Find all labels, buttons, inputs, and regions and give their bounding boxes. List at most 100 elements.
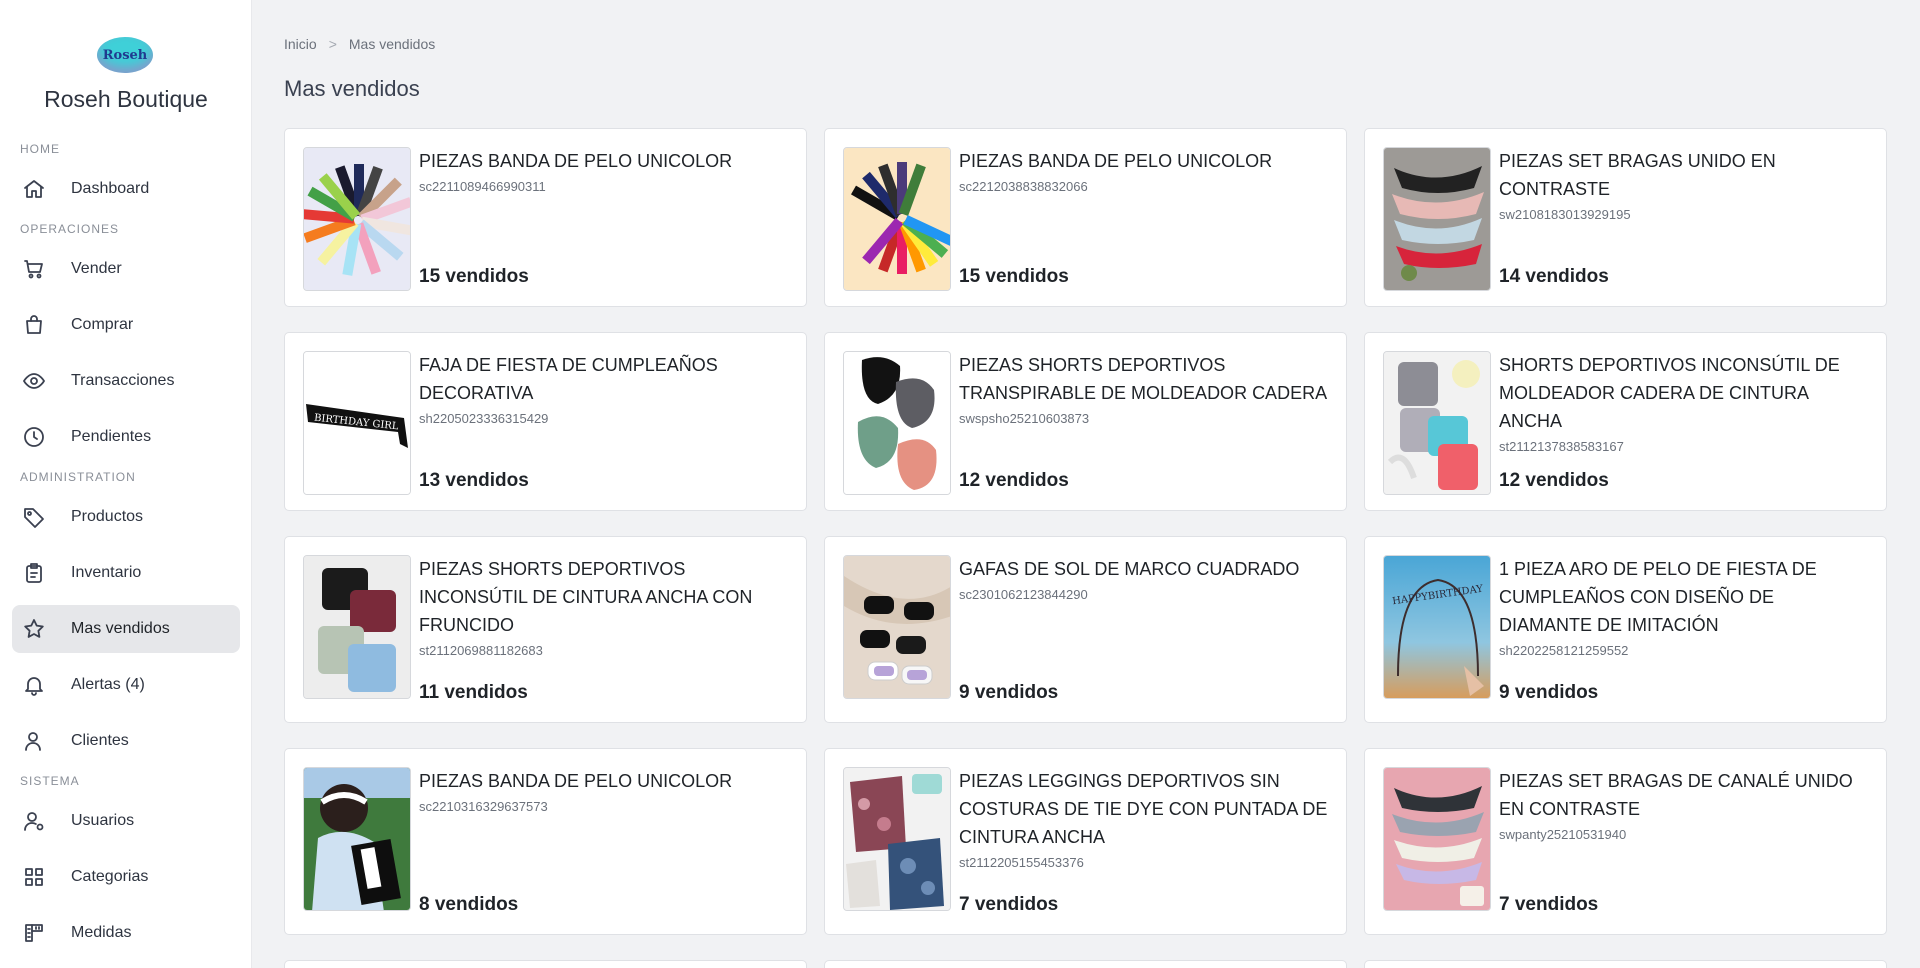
tag-icon <box>24 508 44 528</box>
sold-count: 8 vendidos <box>419 894 519 915</box>
shopping-bag-icon <box>26 315 42 334</box>
sidebar-item-label: Categorias <box>71 868 149 885</box>
sidebar-item-alertas[interactable]: Alertas (4) <box>12 661 240 709</box>
product-sku: sh2202258121259552 <box>1499 643 1629 658</box>
product-name: PIEZAS LEGGINGS DEPORTIVOS SIN COSTURAS … <box>959 767 1328 873</box>
product-name: 1 PIEZA ARO DE PELO DE FIESTA DE CUMPLEA… <box>1499 555 1868 661</box>
product-card[interactable]: GAFAS DE SOL DE MARCO CUADRADO sc2301062… <box>824 536 1347 723</box>
sidebar-item-clientes[interactable]: Clientes <box>12 717 240 765</box>
product-sku: st2112205155453376 <box>959 855 1084 870</box>
sidebar-item-label: Mas vendidos <box>71 620 170 637</box>
sidebar-item-comprar[interactable]: Comprar <box>12 301 240 349</box>
product-name: GAFAS DE SOL DE MARCO CUADRADO sc2301062… <box>959 555 1328 605</box>
sold-count: 12 vendidos <box>1499 470 1609 491</box>
sidebar-item-mas-vendidos[interactable]: Mas vendidos <box>12 605 240 653</box>
clipboard-icon <box>26 563 42 583</box>
sidebar-item-label: Productos <box>71 508 144 525</box>
product-name: PIEZAS BANDA DE PELO UNICOLOR sc22110894… <box>419 147 788 197</box>
sidebar-item-dashboard[interactable]: Dashboard <box>12 165 240 213</box>
sidebar-item-label: Pendientes <box>71 428 152 445</box>
sold-count: 15 vendidos <box>419 266 529 287</box>
product-sku: sc2212038838832066 <box>959 179 1088 194</box>
product-card[interactable]: PIEZAS LEGGINGS DEPORTIVOS SIN COSTURAS … <box>824 748 1347 935</box>
sidebar: Roseh Roseh Boutique HOME Dashboard OPER… <box>0 0 252 968</box>
product-card[interactable]: PIEZAS BANDA DE PELO UNICOLOR sc22110894… <box>284 128 807 307</box>
product-image <box>843 351 951 495</box>
brand-logo[interactable]: Roseh <box>97 37 153 73</box>
chevron-right-icon: > <box>328 36 337 52</box>
product-card[interactable]: PIEZAS BANDA DE PELO UNICOLOR sc22103163… <box>284 748 807 935</box>
product-image: HAPPYBIRTHDAY <box>1383 555 1491 699</box>
product-sku: swpanty25210531940 <box>1499 827 1627 842</box>
sidebar-item-label: Transacciones <box>71 372 175 389</box>
product-card[interactable]: PIEZAS SHORTS DEPORTIVOS TRANSPIRABLE DE… <box>824 332 1347 511</box>
product-name: PIEZAS SET BRAGAS DE CANALÉ UNIDO EN CON… <box>1499 767 1868 845</box>
home-icon <box>24 180 44 198</box>
product-card[interactable]: PIEZAS BANDA DE PELO UNICOLOR sc22120388… <box>824 128 1347 307</box>
product-sku: sw2108183013929195 <box>1499 207 1631 222</box>
product-image <box>303 147 411 291</box>
sidebar-item-medidas[interactable]: Medidas <box>12 909 240 957</box>
grid-icon <box>25 868 43 886</box>
product-image <box>1383 147 1491 291</box>
bell-icon <box>25 677 43 696</box>
product-card[interactable]: PIEZAS SET BRAGAS UNIDO EN CONTRASTE sw2… <box>1364 128 1887 307</box>
sold-count: 7 vendidos <box>1499 894 1599 915</box>
sidebar-item-label: Comprar <box>71 316 134 333</box>
product-sku: st2112069881182683 <box>419 643 543 658</box>
product-card[interactable] <box>284 960 807 968</box>
product-image <box>303 767 411 911</box>
sidebar-item-label: Alertas (4) <box>71 676 145 693</box>
product-name: PIEZAS BANDA DE PELO UNICOLOR sc22103163… <box>419 767 788 817</box>
sidebar-item-label: Usuarios <box>71 812 135 829</box>
section-sistema: SISTEMA <box>20 774 80 788</box>
product-card[interactable]: PIEZAS SHORTS DEPORTIVOS INCONSÚTIL DE C… <box>284 536 807 723</box>
sidebar-item-transacciones[interactable]: Transacciones <box>12 357 240 405</box>
product-sku: sc2301062123844290 <box>959 587 1088 602</box>
product-name: PIEZAS BANDA DE PELO UNICOLOR sc22120388… <box>959 147 1328 197</box>
sidebar-item-label: Clientes <box>71 732 129 749</box>
sidebar-item-usuarios[interactable]: Usuarios <box>12 797 240 845</box>
sidebar-item-label: Dashboard <box>71 180 150 197</box>
product-sku: sc2211089466990311 <box>419 179 546 194</box>
product-card[interactable] <box>824 960 1347 968</box>
sold-count: 15 vendidos <box>959 266 1069 287</box>
product-card[interactable]: PIEZAS SET BRAGAS DE CANALÉ UNIDO EN CON… <box>1364 748 1887 935</box>
product-card[interactable] <box>1364 960 1887 968</box>
product-name: SHORTS DEPORTIVOS INCONSÚTIL DE MOLDEADO… <box>1499 351 1868 457</box>
product-image <box>843 147 951 291</box>
cart-icon <box>24 260 43 279</box>
sidebar-item-label: Medidas <box>71 924 132 941</box>
breadcrumb: Inicio > Mas vendidos <box>284 36 435 52</box>
product-card[interactable]: HAPPYBIRTHDAY 1 PIEZA ARO DE PELO DE FIE… <box>1364 536 1887 723</box>
sold-count: 9 vendidos <box>1499 682 1599 703</box>
breadcrumb-current: Mas vendidos <box>348 36 436 52</box>
section-home: HOME <box>20 142 60 156</box>
product-sku: sc2210316329637573 <box>419 799 548 814</box>
sidebar-item-label: Inventario <box>71 564 142 581</box>
clock-icon <box>24 427 44 447</box>
product-image <box>1383 767 1491 911</box>
brand-name: Roseh Boutique <box>44 86 208 112</box>
sidebar-item-label: Vender <box>71 260 122 277</box>
sidebar-item-pendientes[interactable]: Pendientes <box>12 413 240 461</box>
product-image <box>1383 351 1491 495</box>
sold-count: 9 vendidos <box>959 682 1059 703</box>
sold-count: 14 vendidos <box>1499 266 1609 287</box>
product-card[interactable]: SHORTS DEPORTIVOS INCONSÚTIL DE MOLDEADO… <box>1364 332 1887 511</box>
sidebar-item-productos[interactable]: Productos <box>12 493 240 541</box>
user-gear-icon <box>24 812 44 831</box>
breadcrumb-home-link[interactable]: Inicio <box>284 36 317 52</box>
eye-icon <box>23 373 45 389</box>
sidebar-item-inventario[interactable]: Inventario <box>12 549 240 597</box>
product-name: FAJA DE FIESTA DE CUMPLEAÑOS DECORATIVA … <box>419 351 788 429</box>
product-card[interactable]: BIRTHDAY GIRL FAJA DE FIESTA DE CUMPLEAÑ… <box>284 332 807 511</box>
sidebar-item-vender[interactable]: Vender <box>12 245 240 293</box>
product-name: PIEZAS SHORTS DEPORTIVOS INCONSÚTIL DE C… <box>419 555 788 661</box>
sidebar-item-categorias[interactable]: Categorias <box>12 853 240 901</box>
section-administration: ADMINISTRATION <box>20 470 136 484</box>
sold-count: 7 vendidos <box>959 894 1059 915</box>
product-sku: st2112137838583167 <box>1499 439 1624 454</box>
product-name: PIEZAS SET BRAGAS UNIDO EN CONTRASTE sw2… <box>1499 147 1868 225</box>
star-icon <box>24 619 44 638</box>
